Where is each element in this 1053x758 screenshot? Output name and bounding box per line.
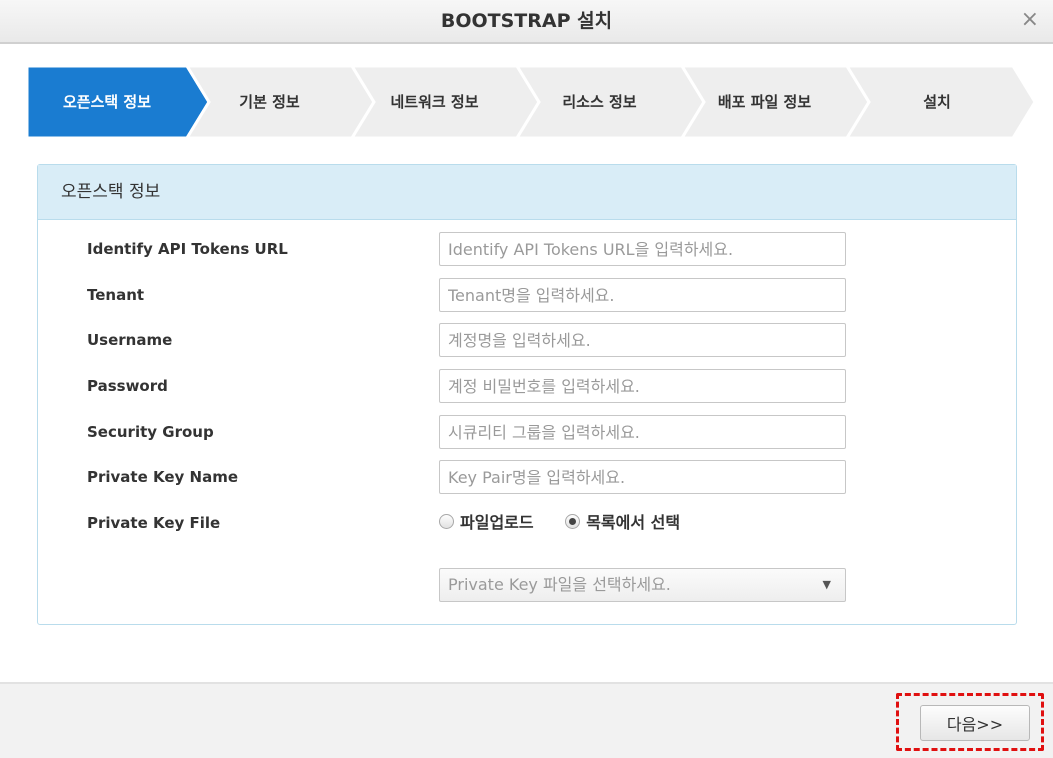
private-key-name-input[interactable] [439,460,846,494]
field-row-tenant: Tenant [38,277,1016,313]
openstack-info-panel: 오픈스택 정보 Identify API Tokens URL Tenant U… [37,164,1017,625]
window-titlebar: BOOTSTRAP 설치 × [0,0,1053,44]
close-icon[interactable]: × [1021,0,1039,40]
field-row-security-group: Security Group [38,414,1016,450]
private-key-file-select[interactable]: Private Key 파일을 선택하세요. ▼ [439,568,846,602]
window-title: BOOTSTRAP 설치 [440,10,613,32]
key-file-source-radios: 파일업로드 목록에서 선택 [439,505,706,541]
next-button[interactable]: 다음>> [920,705,1030,741]
wizard-steps: 오픈스택 정보 기본 정보 네트워크 정보 리소스 정보 배포 파일 정보 설치 [27,66,1037,138]
chevron-down-icon: ▼ [822,578,831,591]
password-label: Password [87,377,168,395]
username-label: Username [87,331,173,349]
tenant-label: Tenant [87,286,145,304]
password-input[interactable] [439,369,846,403]
radio-file-upload-label: 파일업로드 [460,513,534,532]
identify-url-label: Identify API Tokens URL [87,240,288,258]
username-input[interactable] [439,323,846,357]
field-row-username: Username [38,322,1016,358]
private-key-name-label: Private Key Name [87,468,239,486]
private-key-file-select-value: Private Key 파일을 선택하세요. [448,575,671,594]
field-row-identify-url: Identify API Tokens URL [38,231,1016,267]
private-key-file-label: Private Key File [87,514,221,532]
field-row-private-key-file: Private Key File 파일업로드 목록에서 선택 [38,505,1016,541]
field-row-private-key-name: Private Key Name [38,459,1016,495]
field-row-password: Password [38,368,1016,404]
radio-select-from-list-dot[interactable] [565,514,581,529]
tenant-input[interactable] [439,278,846,312]
step-resource-info[interactable]: 리소스 정보 [517,66,682,138]
identify-url-input[interactable] [439,232,846,266]
radio-file-upload[interactable]: 파일업로드 [439,505,534,541]
radio-select-from-list-label: 목록에서 선택 [586,513,681,532]
security-group-input[interactable] [439,415,846,449]
step-install[interactable]: 설치 [847,66,1027,138]
step-network-info[interactable]: 네트워크 정보 [352,66,517,138]
panel-title: 오픈스택 정보 [38,165,1016,220]
radio-select-from-list[interactable]: 목록에서 선택 [565,505,680,541]
step-basic-info[interactable]: 기본 정보 [187,66,352,138]
radio-file-upload-dot[interactable] [439,514,454,529]
step-openstack-info[interactable]: 오픈스택 정보 [27,66,187,138]
security-group-label: Security Group [87,423,214,441]
step-deploy-file-info[interactable]: 배포 파일 정보 [682,66,847,138]
